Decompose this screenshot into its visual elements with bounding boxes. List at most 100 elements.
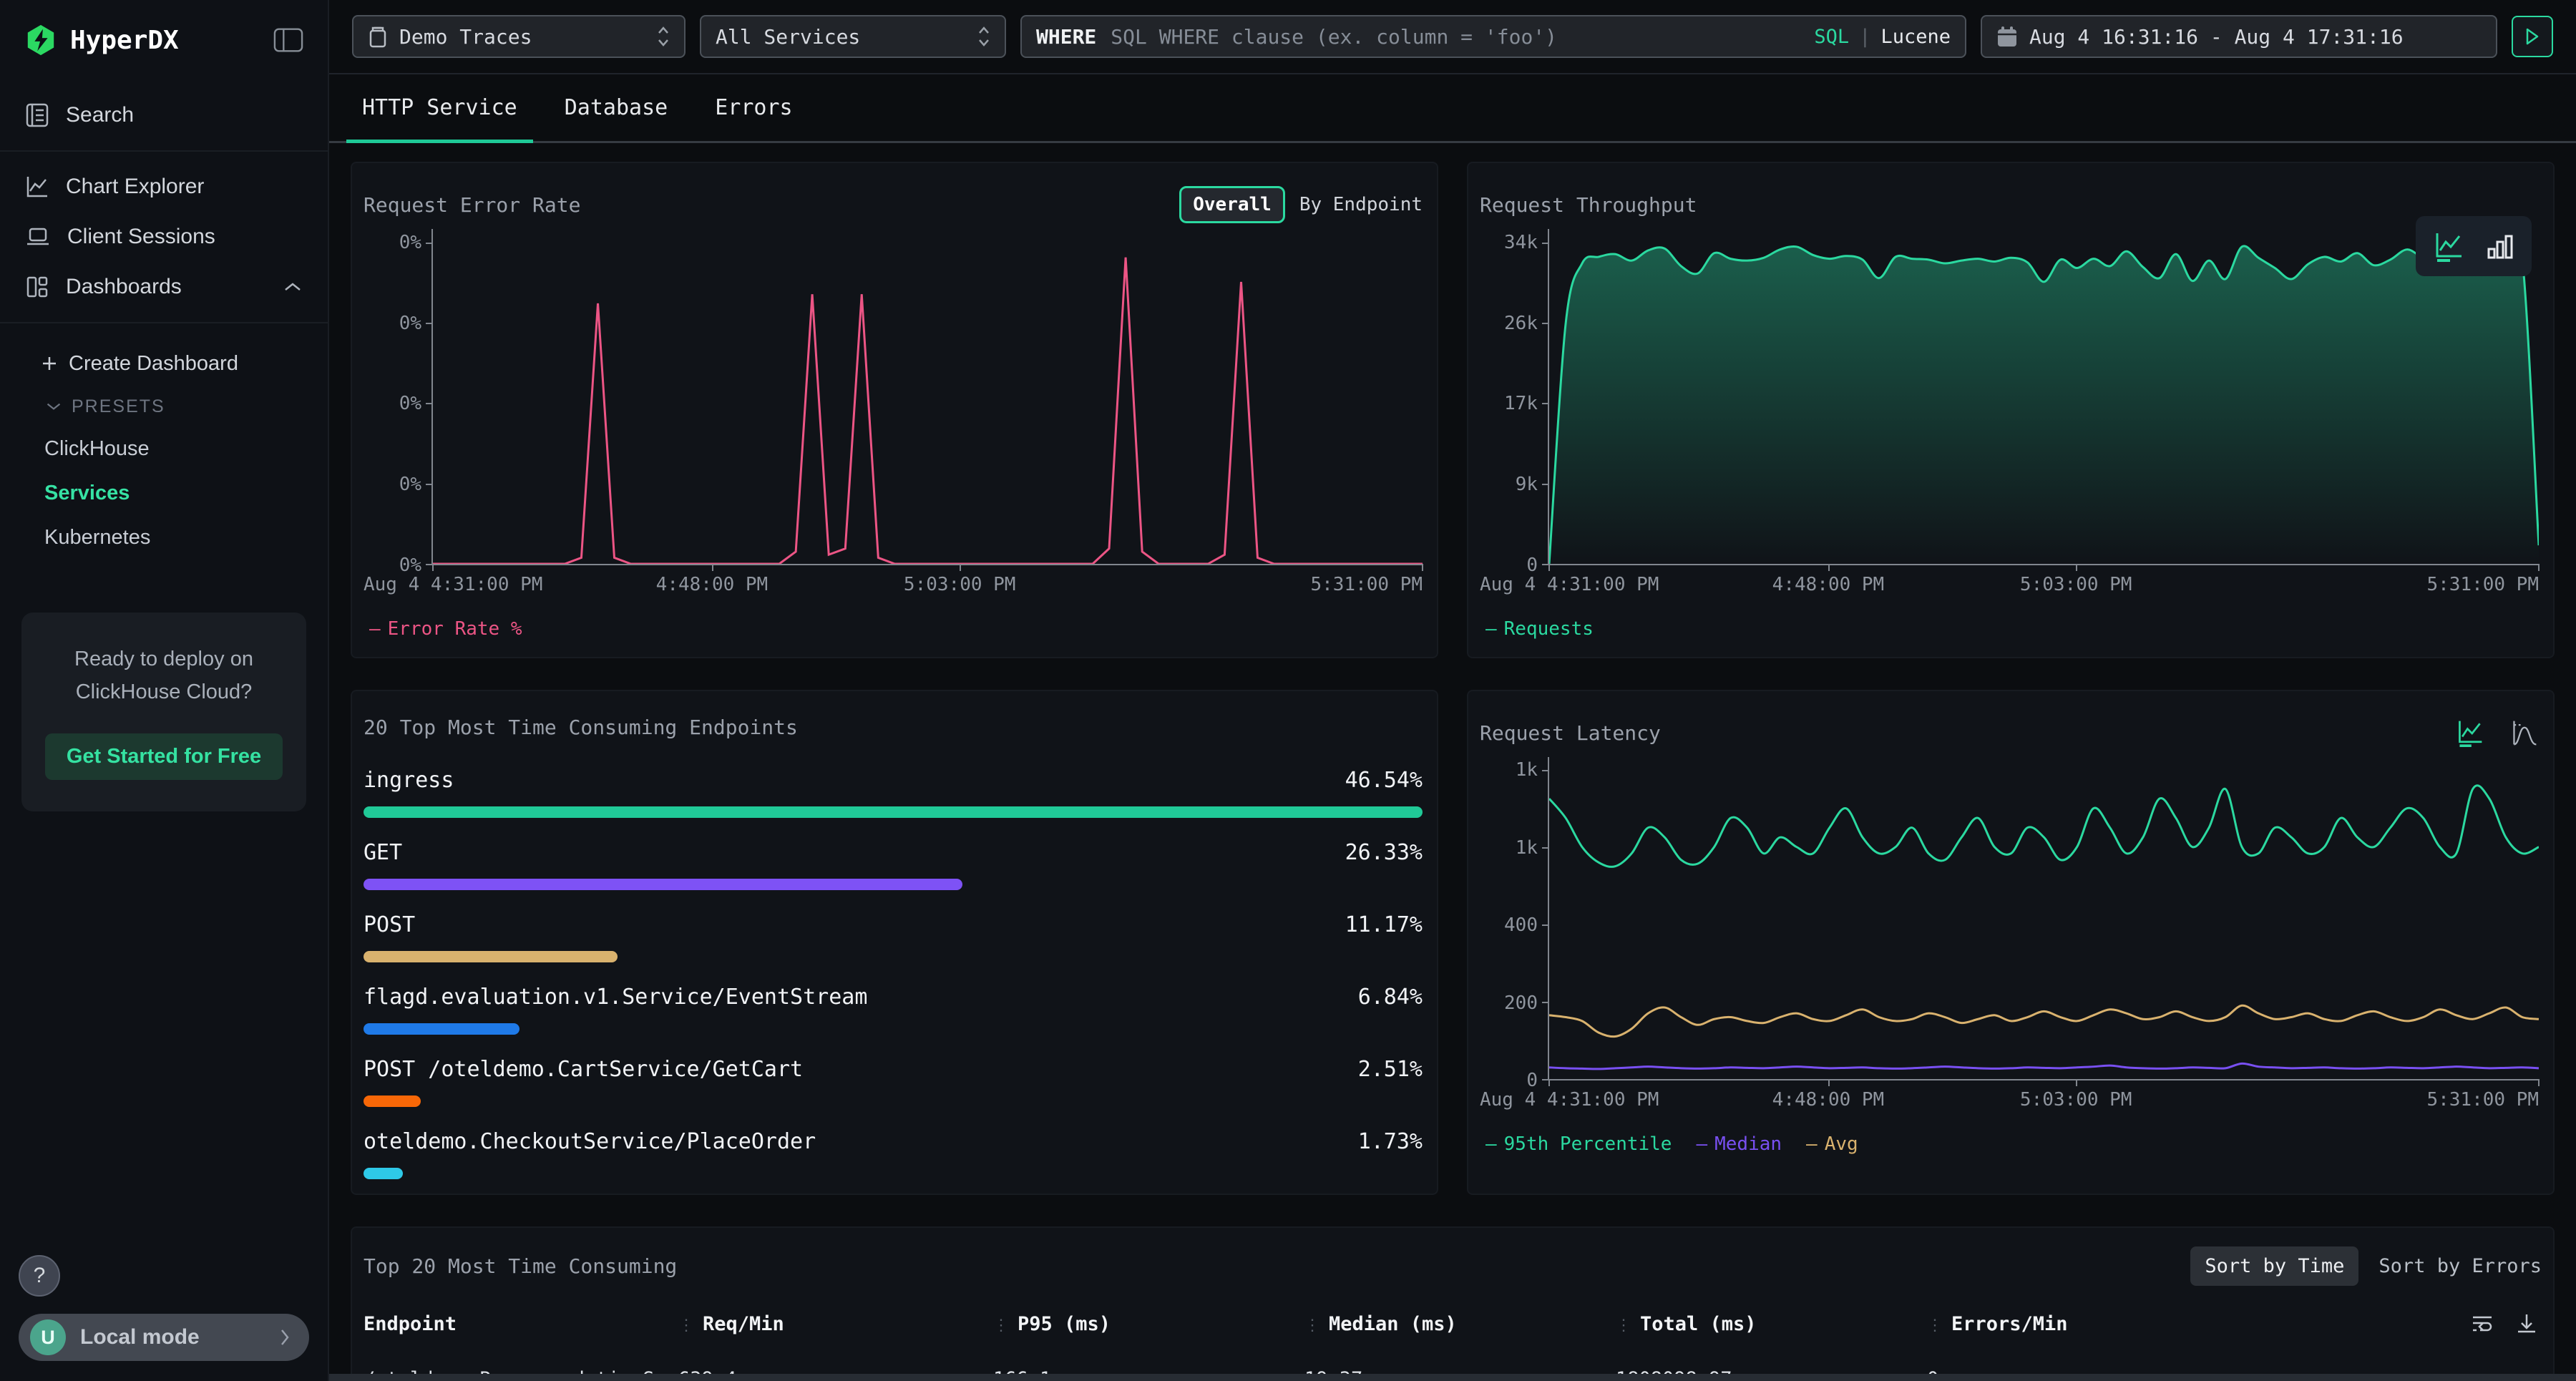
tab-http-service[interactable]: HTTP Service [362,74,517,141]
endpoint-bar-meta: oteldemo.CheckoutService/PlaceOrder1.73% [364,1129,1423,1154]
help-button[interactable]: ? [19,1255,60,1297]
sidebar-item-services[interactable]: Services [0,471,328,515]
legend-item: — Error Rate % [369,618,522,640]
tab-database[interactable]: Database [565,74,668,141]
histogram-icon[interactable] [2510,718,2539,747]
charts-row-2: 20 Top Most Time Consuming Endpoints ing… [351,690,2555,1195]
presets-label: PRESETS [72,396,165,417]
column-drag-handle[interactable]: ⋮ [678,1317,694,1334]
sidebar-item-kubernetes[interactable]: Kubernetes [0,515,328,560]
endpoint-label: flagd.evaluation.v1.Service/EventStream [364,985,867,1010]
query-language-switch: SQL | Lucene [1814,26,1951,48]
presets-toggle[interactable]: PRESETS [0,386,328,426]
endpoint-bar-row: POST /oteldemo.CartService/GetCart2.51% [364,1057,1423,1107]
y-tick-label: 0% [399,555,421,576]
sidebar-collapse-icon[interactable] [273,27,303,53]
table-title: Top 20 Most Time Consuming [364,1254,677,1278]
table-header-cell[interactable]: ⋮ Median (ms) [1304,1313,1616,1335]
get-started-button[interactable]: Get Started for Free [45,733,283,780]
sidebar-item-chart-explorer[interactable]: Chart Explorer [0,162,328,212]
tab-label: Database [565,95,668,120]
preset-link-label: Services [44,482,130,505]
avatar: U [30,1319,66,1355]
bar-chart-icon[interactable] [2486,230,2514,262]
table-header-cell[interactable]: ⋮Errors/Min [1927,1313,2449,1335]
legend-label: Error Rate % [388,618,522,640]
legend-dash: — [369,618,381,640]
table-header-cell[interactable]: Endpoint [364,1313,678,1335]
user-menu[interactable]: U Local mode [19,1314,309,1361]
endpoint-percentage: 26.33% [1345,840,1423,865]
column-label: P95 (ms) [1018,1313,1111,1335]
chevron-right-icon [279,1328,291,1347]
legend-item: —Median [1696,1133,1782,1155]
sort-by-time-button[interactable]: Sort by Time [2190,1246,2358,1286]
column-label: Median (ms) [1329,1313,1457,1335]
table-header-cell[interactable]: ⋮ P95 (ms) [993,1313,1304,1335]
lucene-mode-button[interactable]: Lucene [1880,26,1951,48]
where-clause-input[interactable] [1109,24,1801,49]
y-tick-label: 1k [1516,759,1538,781]
y-tick-label: 17k [1504,393,1538,414]
endpoint-bar-meta: GET26.33% [364,840,1423,865]
column-drag-handle[interactable]: ⋮ [993,1317,1009,1334]
column-label: Endpoint [364,1313,457,1335]
run-query-button[interactable] [2512,16,2553,57]
column-drag-handle[interactable]: ⋮ [1304,1317,1320,1334]
panel-request-latency: Request Latency 1k1k4002000 Aug 4 [1467,690,2555,1195]
chevron-down-icon [46,401,62,411]
database-icon [368,25,388,48]
table-header-cell[interactable]: ⋮Req/Min [678,1313,993,1335]
preset-link-label: Kubernetes [44,526,150,550]
endpoint-label: POST /oteldemo.CartService/GetCart [364,1057,803,1082]
y-tick-mark [426,484,433,485]
download-icon[interactable] [2514,1312,2539,1336]
error-rate-view-toggle: Overall By Endpoint [1179,186,1423,223]
endpoint-bar-row: flagd.evaluation.v1.Service/EventStream 6… [364,985,1423,1035]
sidebar-item-clickhouse[interactable]: ClickHouse [0,426,328,471]
service-select[interactable]: All Services [700,15,1006,58]
legend-label: Requests [1504,618,1594,640]
sidebar-item-search[interactable]: Search [0,90,328,140]
column-drag-handle[interactable]: ⋮ [1616,1317,1631,1334]
app-root: HyperDX Search Chart Explorer [0,0,2576,1381]
overall-toggle-button[interactable]: Overall [1179,186,1285,223]
sql-mode-button[interactable]: SQL [1814,26,1849,48]
x-tick-label: 5:31:00 PM [1310,574,1423,595]
chevron-up-icon [283,281,302,293]
panel-header: Request Latency [1480,711,2539,754]
line-chart-icon[interactable] [2456,718,2484,747]
table-header-bar: Top 20 Most Time Consuming Sort by Time … [364,1246,2542,1286]
sort-by-errors-button[interactable]: Sort by Errors [2379,1255,2542,1277]
endpoint-label: oteldemo.CheckoutService/PlaceOrder [364,1129,816,1154]
wrap-text-icon[interactable] [2470,1312,2494,1336]
source-select[interactable]: Demo Traces [352,15,686,58]
y-tick-mark [1542,924,1549,926]
throughput-area-fill [1549,245,2539,564]
endpoint-percentage: 6.84% [1358,985,1423,1010]
y-tick-label: 26k [1504,313,1538,334]
endpoint-bar-meta: POST /oteldemo.CartService/GetCart2.51% [364,1057,1423,1082]
dashboards-grid-icon [26,275,49,298]
endpoint-bar-meta: ingress46.54% [364,768,1423,793]
y-tick-label: 9k [1516,474,1538,495]
legend-item: —Avg [1806,1133,1858,1155]
sidebar-item-client-sessions[interactable]: Client Sessions [0,212,328,262]
tab-errors[interactable]: Errors [715,74,792,141]
create-dashboard-button[interactable]: Create Dashboard [0,341,328,386]
calendar-icon [1996,25,2018,48]
avg-line [1549,1005,2539,1036]
line-chart-icon[interactable] [2433,230,2464,262]
median-line [1549,1063,2539,1069]
date-range-picker[interactable]: Aug 4 16:31:16 - Aug 4 17:31:16 [1981,15,2497,58]
tab-label: HTTP Service [362,95,517,120]
y-tick-label: 1k [1516,837,1538,859]
column-drag-handle[interactable]: ⋮ [1927,1317,1943,1334]
table-header-cell[interactable]: ⋮Total (ms) [1616,1313,1927,1335]
y-tick-label: 0% [399,232,421,253]
x-tick-label: 5:31:00 PM [2426,1089,2539,1111]
horizontal-scrollbar[interactable] [329,1374,2576,1381]
sidebar-item-dashboards[interactable]: Dashboards [0,262,328,312]
by-endpoint-toggle-button[interactable]: By Endpoint [1299,194,1423,215]
endpoint-bar [364,1095,421,1107]
